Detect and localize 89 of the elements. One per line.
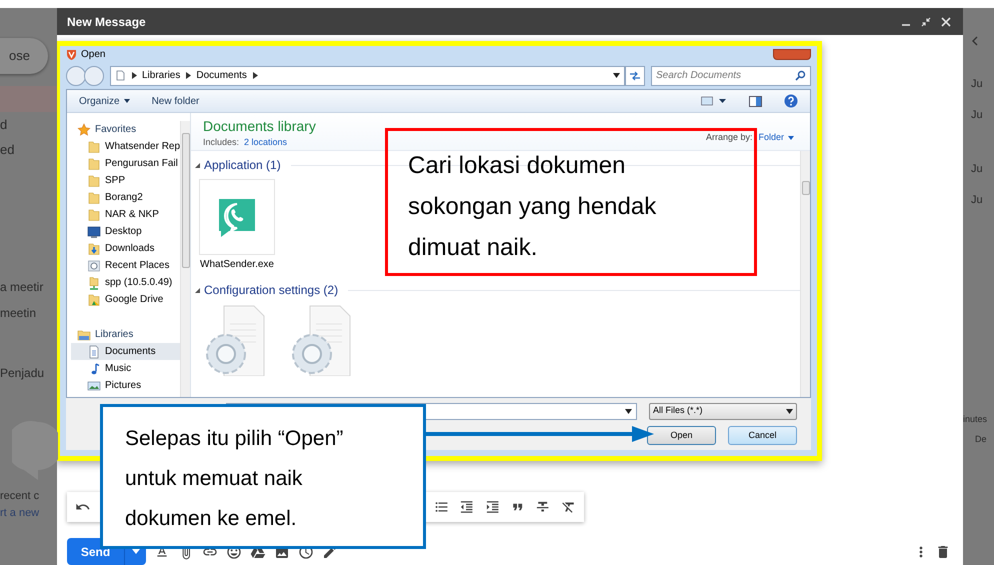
- star-icon: [77, 122, 91, 136]
- hint-text: recent c: [0, 489, 40, 504]
- document-icon: [87, 344, 101, 358]
- date-label: Ju: [970, 162, 984, 177]
- chevron-right-icon: [186, 72, 192, 79]
- indent-more-icon[interactable]: [484, 499, 500, 515]
- nav-section[interactable]: Libraries: [77, 326, 180, 343]
- scroll-thumb[interactable]: [182, 133, 190, 268]
- organize-menu[interactable]: Organize: [79, 94, 130, 108]
- search-icon: [795, 70, 806, 81]
- search-placeholder: Search Documents: [656, 69, 742, 83]
- file-thumbnail[interactable]: [199, 179, 275, 255]
- search-field[interactable]: Search Documents: [651, 66, 811, 86]
- desktop-icon: [87, 224, 101, 238]
- exit-fullscreen-icon[interactable]: [921, 16, 931, 26]
- nav-item[interactable]: Music: [71, 360, 180, 377]
- folder-icon: [87, 174, 101, 188]
- download-folder-icon: [87, 242, 101, 256]
- nav-item-highlight: [0, 86, 57, 112]
- new-folder-button[interactable]: New folder: [152, 94, 200, 108]
- includes-label: Includes:: [203, 136, 240, 149]
- chat-bubble-phone-icon: [217, 197, 257, 237]
- group-header: Application (1): [204, 157, 281, 174]
- dropdown-caret-icon[interactable]: [613, 73, 620, 78]
- close-icon[interactable]: [941, 16, 951, 26]
- scroll-thumb[interactable]: [802, 181, 810, 195]
- chevron-left-icon[interactable]: [971, 36, 979, 46]
- refresh-icon: [629, 70, 641, 80]
- nav-item[interactable]: Pengurusan Fail: [71, 155, 180, 172]
- dialog-button[interactable]: Cancel: [728, 426, 797, 445]
- nav-item[interactable]: Downloads: [71, 240, 180, 257]
- instruction-tooltip: Selepas itu pilih “Open” untuk memuat naik dokumen ke emel.: [100, 404, 426, 549]
- pictures-icon: [87, 378, 101, 392]
- folder-icon: [87, 140, 101, 154]
- recent-places-icon: [87, 258, 101, 272]
- date-label: Ju: [970, 108, 984, 122]
- date-label: Ju: [970, 77, 984, 92]
- dropdown-caret-icon: [625, 408, 632, 414]
- help-icon[interactable]: [784, 94, 798, 108]
- view-options-icon[interactable]: [701, 96, 727, 106]
- nav-item[interactable]: Whatsender Rep: [71, 138, 180, 155]
- nav-item[interactable]: NAR & NKP: [71, 206, 180, 223]
- close-button[interactable]: [773, 48, 811, 60]
- nav-item[interactable]: spp (10.5.0.49): [71, 274, 180, 291]
- collapse-triangle-icon[interactable]: [195, 288, 200, 292]
- breadcrumb-item[interactable]: Documents: [196, 68, 247, 83]
- locations-link[interactable]: 2 locations: [244, 136, 288, 150]
- nav-item[interactable]: Borang2: [71, 189, 180, 206]
- arrange-label: Arrange by:: [706, 131, 752, 144]
- breadcrumb-item[interactable]: Libraries: [142, 68, 180, 83]
- folder-icon: [87, 156, 101, 170]
- caret-icon: [124, 99, 130, 103]
- document-icon: [115, 70, 126, 81]
- folder-icon: [87, 190, 101, 204]
- preview-pane-icon[interactable]: [749, 96, 762, 106]
- file-type-dropdown[interactable]: All Files (*.*): [649, 402, 797, 420]
- arrange-dropdown[interactable]: Folder: [758, 131, 794, 144]
- group-header: Configuration settings (2): [204, 282, 338, 299]
- refresh-button[interactable]: [625, 66, 645, 86]
- library-title: Documents library: [203, 119, 316, 134]
- nav-label: Penjadu: [0, 365, 46, 382]
- nav-item[interactable]: Pictures: [71, 377, 180, 394]
- chat-bubble-icon: [12, 420, 58, 482]
- footer-text: De: [974, 432, 988, 446]
- address-bar[interactable]: Libraries Documents: [110, 66, 625, 86]
- app-shield-icon: [66, 48, 77, 60]
- library-icon: [77, 328, 91, 342]
- chevron-right-icon: [252, 72, 258, 79]
- caret-icon: [788, 136, 794, 140]
- drive-folder-icon: [87, 292, 101, 306]
- chevron-right-icon: [132, 72, 137, 79]
- date-label: Ju: [970, 192, 984, 208]
- dialog-title: Open: [81, 48, 106, 62]
- indent-less-icon[interactable]: [459, 499, 475, 515]
- nav-item[interactable]: Documents: [71, 343, 180, 360]
- nav-item[interactable]: SPP: [71, 172, 180, 189]
- collapse-triangle-icon[interactable]: [195, 162, 200, 168]
- window-title: New Message: [67, 14, 146, 30]
- nav-item[interactable]: Desktop: [71, 223, 180, 240]
- folder-icon: [87, 208, 101, 222]
- nav-item[interactable]: Recent Places: [71, 257, 180, 274]
- file-name: WhatSender.exe: [200, 258, 274, 272]
- nav-item[interactable]: Google Drive: [71, 291, 180, 308]
- network-folder-icon: [87, 276, 101, 290]
- caret-icon: [786, 408, 793, 414]
- nav-section[interactable]: Favorites: [77, 121, 180, 138]
- footer-text: inutes: [963, 413, 988, 426]
- compose-button[interactable]: ose: [0, 38, 48, 74]
- dialog-button[interactable]: Open: [647, 426, 716, 445]
